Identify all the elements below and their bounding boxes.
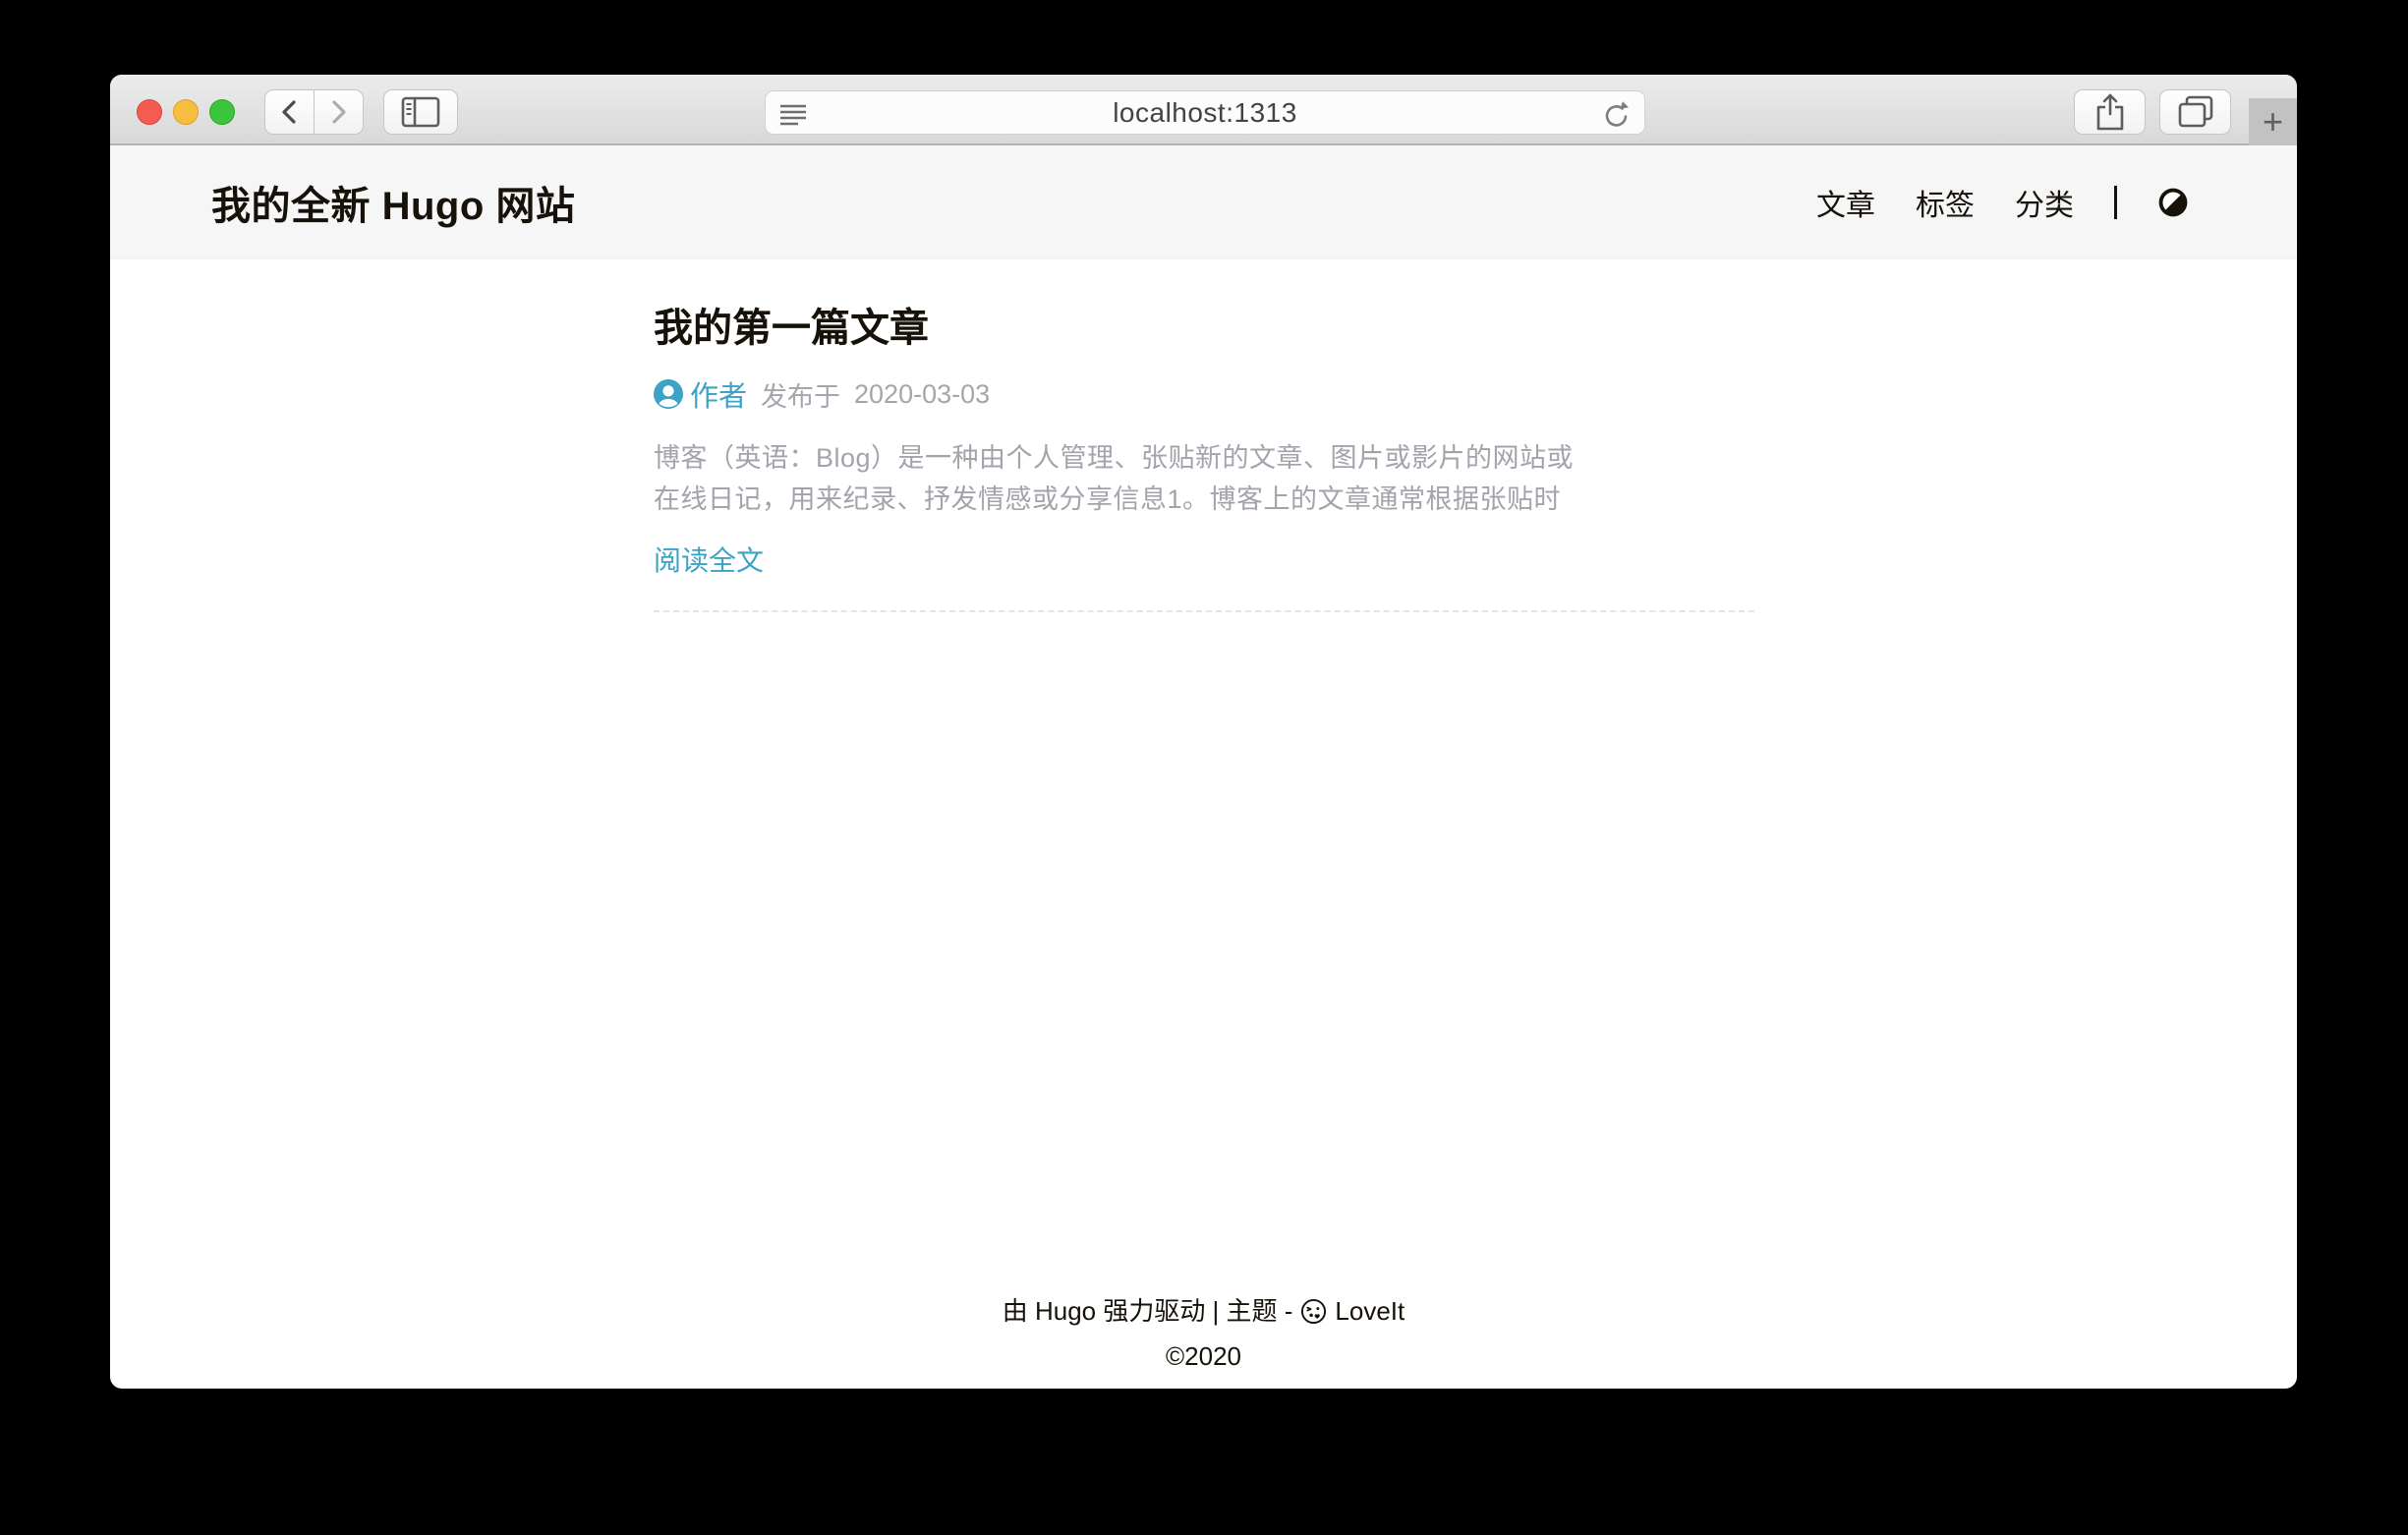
post-divider xyxy=(654,610,1754,612)
nav-divider xyxy=(2114,186,2117,219)
zoom-window-button[interactable] xyxy=(209,99,235,125)
kiss-wink-heart-emoji-icon xyxy=(1300,1298,1327,1325)
reader-view-icon[interactable] xyxy=(778,99,808,129)
browser-window: localhost:1313 + 我的全新 Hugo 网站 xyxy=(110,75,2297,1389)
close-window-button[interactable] xyxy=(137,99,162,125)
site-header: 我的全新 Hugo 网站 文章 标签 分类 xyxy=(110,145,2297,258)
theme-toggle-icon[interactable] xyxy=(2157,187,2189,218)
refresh-icon[interactable] xyxy=(1601,98,1633,130)
post-summary-text: 博客（英语：Blog）是一种由个人管理、张贴新的文章、图片或影片的网站或 在线日… xyxy=(654,437,1754,520)
browser-toolbar: localhost:1313 + xyxy=(110,75,2297,145)
sidebar-toggle-button[interactable] xyxy=(383,89,458,135)
forward-icon xyxy=(326,96,350,128)
post-title[interactable]: 我的第一篇文章 xyxy=(654,308,1754,349)
plus-icon: + xyxy=(2263,101,2283,142)
author-link[interactable]: 作者 xyxy=(690,373,747,415)
back-icon xyxy=(278,96,302,128)
site-title[interactable]: 我的全新 Hugo 网站 xyxy=(211,174,575,231)
back-button[interactable] xyxy=(264,89,315,135)
summary-line: 博客（英语：Blog）是一种由个人管理、张贴新的文章、图片或影片的网站或 xyxy=(654,437,1754,479)
share-icon xyxy=(2093,92,2127,132)
copyright-text: ©2020 xyxy=(110,1334,2297,1379)
minimize-window-button[interactable] xyxy=(173,99,199,125)
new-tab-button[interactable]: + xyxy=(2249,98,2297,145)
powered-by-text: 由 Hugo 强力驱动 | 主题 - xyxy=(1003,1288,1293,1334)
address-bar[interactable]: localhost:1313 xyxy=(765,90,1645,135)
publish-date: 2020-03-03 xyxy=(854,379,990,410)
theme-name-link[interactable]: LoveIt xyxy=(1335,1288,1405,1334)
read-more-link[interactable]: 阅读全文 xyxy=(654,543,764,579)
author-avatar-icon xyxy=(654,379,683,409)
url-text: localhost:1313 xyxy=(1113,97,1297,129)
tabs-overview-icon xyxy=(2176,94,2215,130)
summary-line: 在线日记，用来纪录、抒发情感或分享信息1。博客上的文章通常根据张贴时 xyxy=(654,479,1754,520)
post-meta: 作者 发布于 2020-03-03 xyxy=(654,378,1754,410)
nav-item-posts[interactable]: 文章 xyxy=(1816,181,1875,224)
forward-button[interactable] xyxy=(314,89,364,135)
show-all-tabs-button[interactable] xyxy=(2159,89,2231,135)
nav-item-tags[interactable]: 标签 xyxy=(1916,181,1975,224)
footer-powered-line: 由 Hugo 强力驱动 | 主题 - LoveIt xyxy=(110,1288,2297,1334)
post-summary-card: 我的第一篇文章 作者 发布于 2020-03-03 博客（英语：Blog）是一种… xyxy=(654,308,1754,612)
share-button[interactable] xyxy=(2074,89,2146,135)
site-footer: 由 Hugo 强力驱动 | 主题 - LoveIt ©2020 xyxy=(110,1288,2297,1379)
nav-item-categories[interactable]: 分类 xyxy=(2015,181,2074,224)
sidebar-icon xyxy=(401,96,440,128)
published-label: 发布于 xyxy=(761,375,840,414)
site-nav: 文章 标签 分类 xyxy=(1816,145,2189,258)
